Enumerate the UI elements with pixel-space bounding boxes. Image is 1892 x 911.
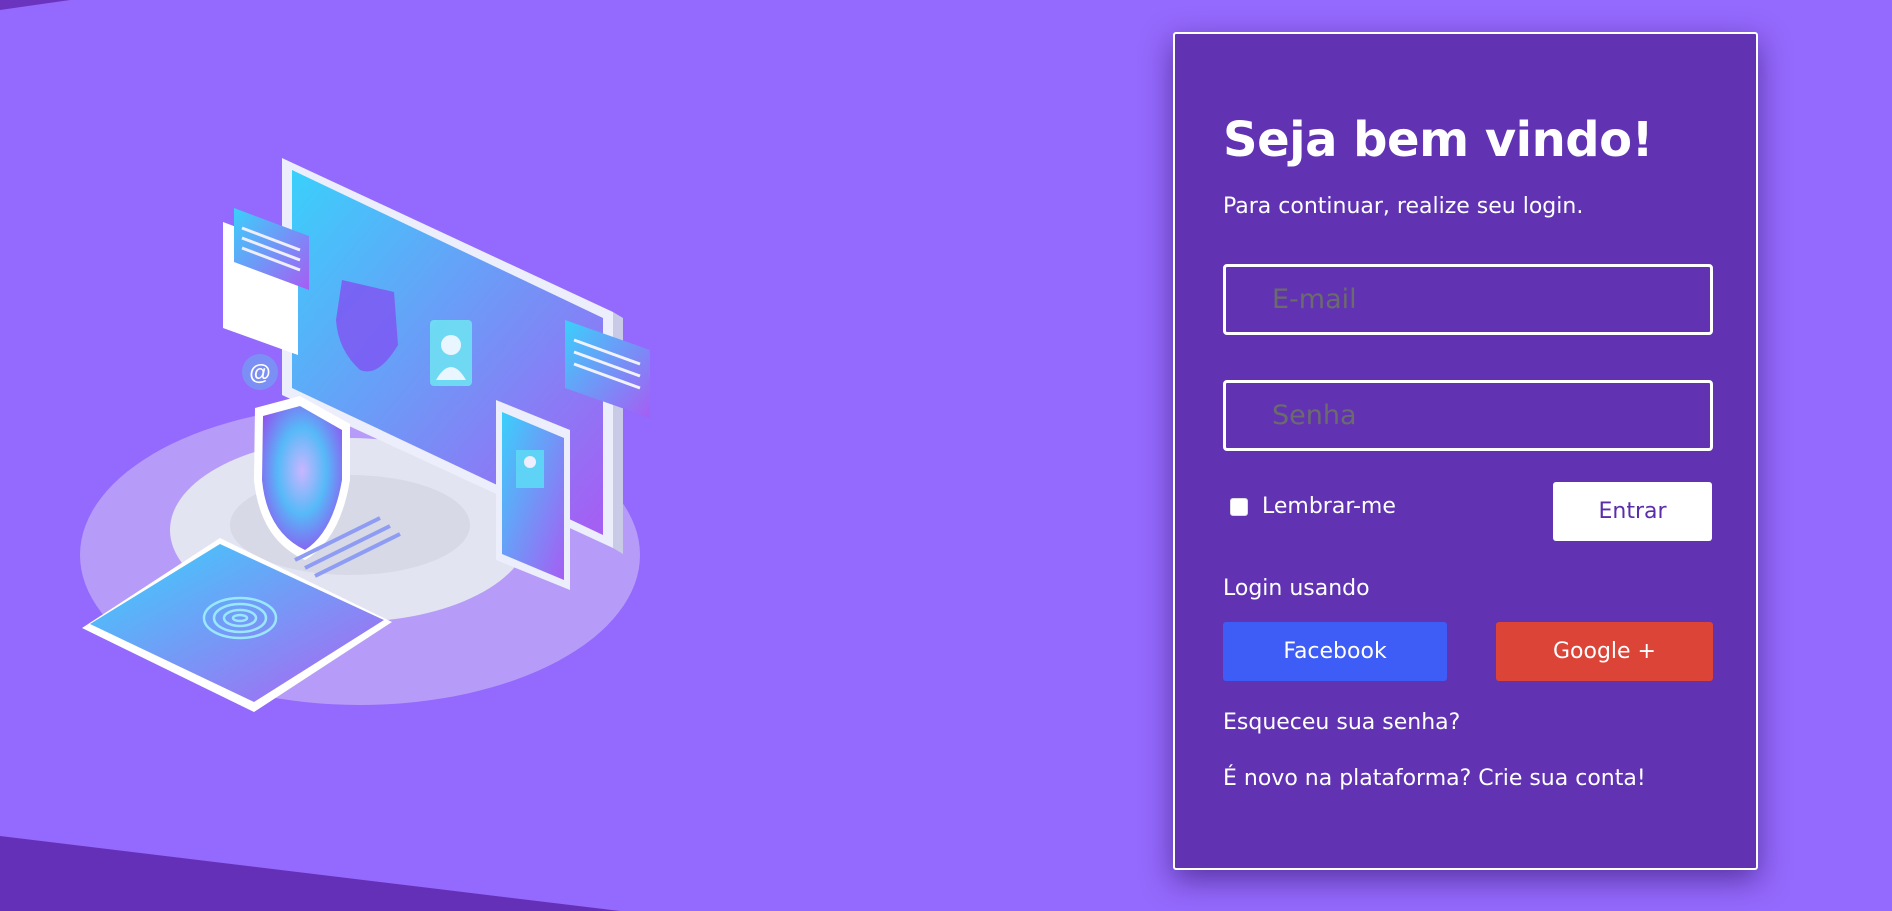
email-input[interactable] bbox=[1223, 264, 1713, 335]
email-at-icon: @ bbox=[242, 354, 278, 390]
password-input[interactable] bbox=[1223, 380, 1713, 451]
facebook-login-button[interactable]: Facebook bbox=[1223, 622, 1447, 681]
signup-link[interactable]: É novo na plataforma? Crie sua conta! bbox=[1223, 766, 1646, 791]
login-subtitle: Para continuar, realize seu login. bbox=[1223, 194, 1584, 219]
google-login-button[interactable]: Google + bbox=[1496, 622, 1713, 681]
login-title: Seja bem vindo! bbox=[1223, 112, 1653, 168]
remember-me-checkbox[interactable] bbox=[1230, 497, 1248, 516]
forgot-password-link[interactable]: Esqueceu sua senha? bbox=[1223, 710, 1460, 735]
submit-button[interactable]: Entrar bbox=[1553, 482, 1712, 541]
login-panel: Seja bem vindo! Para continuar, realize … bbox=[1173, 32, 1758, 870]
security-illustration: @ bbox=[80, 158, 650, 712]
remember-me-toggle[interactable]: Lembrar-me bbox=[1230, 494, 1396, 519]
login-using-label: Login usando bbox=[1223, 576, 1370, 601]
svg-text:@: @ bbox=[249, 360, 270, 385]
login-page: @ Seja bem vindo! Para continuar, realiz… bbox=[0, 0, 1892, 911]
remember-me-label: Lembrar-me bbox=[1262, 494, 1396, 519]
